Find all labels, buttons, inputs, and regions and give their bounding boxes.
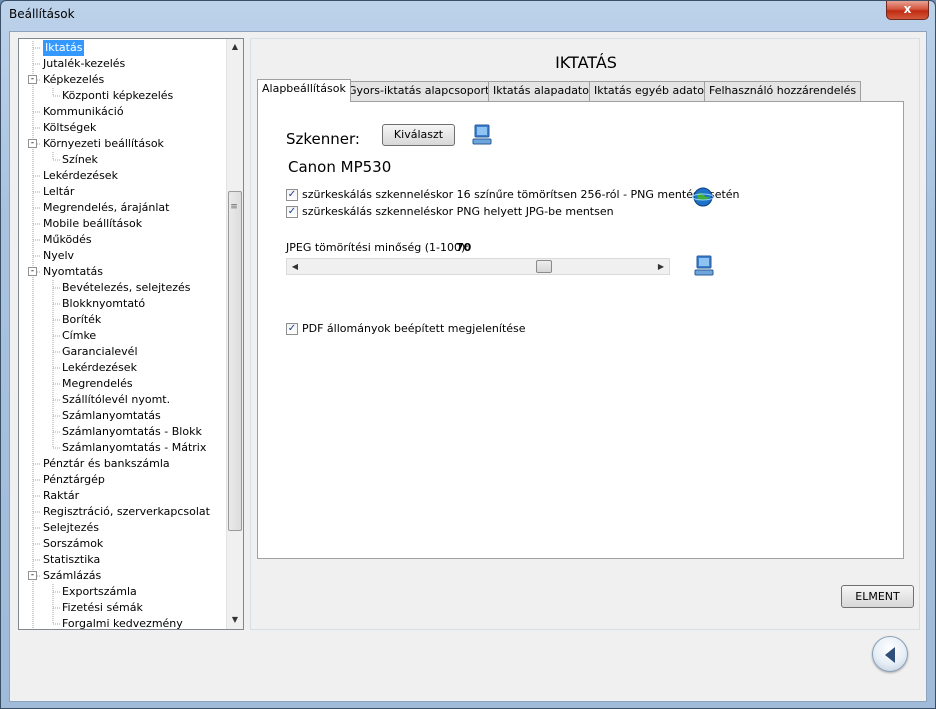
tree-item[interactable]: Kommunikáció xyxy=(43,104,124,120)
scroll-up-arrow-icon[interactable]: ▲ xyxy=(227,39,243,55)
tree-item[interactable]: Számlanyomtatás - Blokk xyxy=(62,424,202,440)
tree-item[interactable]: Számlázás xyxy=(43,568,101,584)
collapse-toggle-icon[interactable]: - xyxy=(28,139,37,148)
monitor-icon[interactable] xyxy=(694,255,714,277)
tree-item[interactable]: Lekérdezések xyxy=(62,360,137,376)
back-arrow-icon xyxy=(885,647,895,663)
settings-content: IKTATÁS Alapbeállítások Gyors-iktatás al… xyxy=(250,38,920,630)
tree-item[interactable]: Szállítólevél nyomt. xyxy=(62,392,170,408)
jpeg-quality-thumb[interactable] xyxy=(535,260,552,273)
tree-items: Iktatás Jutalék-kezelés Képkezelés - Központ… xyxy=(19,39,229,629)
monitor-icon[interactable] xyxy=(472,124,492,146)
back-button[interactable] xyxy=(872,636,908,672)
scrollbar-thumb[interactable] xyxy=(228,191,242,531)
tree-item[interactable]: Címke xyxy=(62,328,96,344)
window-title: Beállítások xyxy=(9,7,75,21)
scrollbar-grip-icon: ≡ xyxy=(230,202,238,212)
tree-item[interactable]: Blokknyomtató xyxy=(62,296,145,312)
tree-item[interactable]: Exportszámla xyxy=(62,584,137,600)
tree-item[interactable]: Nyomtatás xyxy=(43,264,103,280)
jpeg-quality-slider[interactable]: ◀ ▶ xyxy=(286,258,670,275)
settings-tree[interactable]: Iktatás Jutalék-kezelés Képkezelés - Központ… xyxy=(18,38,244,630)
select-scanner-button[interactable]: Kiválaszt xyxy=(382,124,455,146)
checkbox-label: szürkeskálás szkenneléskor 16 színűre tö… xyxy=(302,188,740,201)
tree-item[interactable]: Működés xyxy=(43,232,92,248)
scanner-device-name: Canon MP530 xyxy=(288,158,392,176)
tree-item[interactable]: Számlanyomtatás - Mátrix xyxy=(62,440,206,456)
tab-panel: Szkenner: Kiválaszt Canon MP530 ✓ szürke… xyxy=(257,101,904,559)
tree-item[interactable]: Képkezelés xyxy=(43,72,104,88)
tree-item[interactable]: Pénztár és bankszámla xyxy=(43,456,170,472)
tree-item[interactable]: Regisztráció, szerverkapcsolat xyxy=(43,504,210,520)
tree-item[interactable]: Jutalék-kezelés xyxy=(43,56,125,72)
tab-iktatas-alapadatok[interactable]: Iktatás alapadatok xyxy=(488,81,601,101)
tree-item[interactable]: Leltár xyxy=(43,184,74,200)
title-bar[interactable]: Beállítások x xyxy=(1,1,935,29)
tree-item[interactable]: Költségek xyxy=(43,120,96,136)
tree-item[interactable]: Iktatás xyxy=(43,40,85,56)
tab-alapbeallitasok[interactable]: Alapbeállítások xyxy=(257,79,351,102)
jpeg-quality-value: 70 xyxy=(456,241,472,254)
grayscale-16-checkbox[interactable]: ✓ xyxy=(286,189,298,201)
tree-item[interactable]: Bevételezés, selejtezés xyxy=(62,280,191,296)
tree-item[interactable]: Fizetési sémák xyxy=(62,600,143,616)
jpg-save-checkbox[interactable]: ✓ xyxy=(286,206,298,218)
close-button[interactable]: x xyxy=(886,1,929,20)
scroll-right-arrow-icon[interactable]: ▶ xyxy=(653,259,669,274)
checkbox-label: szürkeskálás szkenneléskor PNG helyett J… xyxy=(302,205,614,218)
tree-scrollbar[interactable]: ▲ ≡ ▼ xyxy=(226,39,243,629)
tab-felhasznalo-hozzarendeles[interactable]: Felhasználó hozzárendelés xyxy=(704,81,862,101)
tree-item[interactable]: Központi képkezelés xyxy=(62,88,173,104)
tree-item[interactable]: Forgalmi kedvezmény xyxy=(62,616,183,629)
collapse-toggle-icon[interactable]: - xyxy=(28,75,37,84)
tab-gyors-iktatas[interactable]: Gyors-iktatás alapcsoportjai xyxy=(343,81,508,101)
collapse-toggle-icon[interactable]: - xyxy=(28,267,37,276)
scroll-left-arrow-icon[interactable]: ◀ xyxy=(287,259,303,274)
globe-icon[interactable] xyxy=(692,186,714,208)
tree-item[interactable]: Számlanyomtatás xyxy=(62,408,161,424)
tree-item[interactable]: Színek xyxy=(62,152,98,168)
tree-item[interactable]: Pénztárgép xyxy=(43,472,105,488)
tree-item[interactable]: Mobile beállítások xyxy=(43,216,142,232)
tree-item[interactable]: Boríték xyxy=(62,312,101,328)
settings-window: Beállítások x Iktatás Jutalék-kezelés Képk… xyxy=(0,0,936,709)
tab-iktatas-egyeb-adatok[interactable]: Iktatás egyéb adatok xyxy=(589,81,716,101)
tree-item[interactable]: Nyelv xyxy=(43,248,74,264)
tree-item[interactable]: Sorszámok xyxy=(43,536,103,552)
tree-item[interactable]: Lekérdezések xyxy=(43,168,118,184)
tree-item[interactable]: Garancialevél xyxy=(62,344,138,360)
tree-item[interactable]: Raktár xyxy=(43,488,79,504)
page-title: IKTATÁS xyxy=(555,53,617,72)
collapse-toggle-icon[interactable]: - xyxy=(28,571,37,580)
scanner-label: Szkenner: xyxy=(286,130,360,148)
tree-item[interactable]: Környezeti beállítások xyxy=(43,136,164,152)
tree-item[interactable]: Megrendelés xyxy=(62,376,133,392)
client-area: Iktatás Jutalék-kezelés Képkezelés - Központ… xyxy=(9,31,927,702)
scroll-down-arrow-icon[interactable]: ▼ xyxy=(227,612,243,628)
jpeg-quality-label: JPEG tömörítési minőség (1-100): xyxy=(286,241,469,254)
checkbox-label: PDF állományok beépített megjelenítése xyxy=(302,322,526,335)
tree-item[interactable]: Statisztika xyxy=(43,552,100,568)
tree-item[interactable]: Selejtezés xyxy=(43,520,99,536)
save-button[interactable]: ELMENT xyxy=(841,585,914,608)
tree-item[interactable]: Megrendelés, árajánlat xyxy=(43,200,169,216)
pdf-viewer-checkbox[interactable]: ✓ xyxy=(286,323,298,335)
